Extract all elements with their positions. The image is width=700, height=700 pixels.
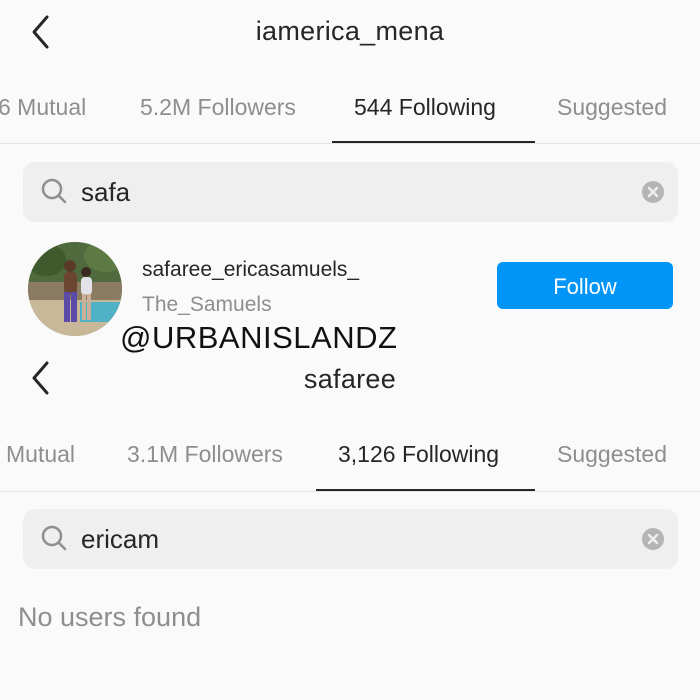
divider — [0, 491, 700, 492]
page-title: iamerica_mena — [255, 16, 445, 46]
search-field[interactable]: ericam — [23, 509, 678, 569]
tab-following[interactable]: 3,126 Following — [338, 423, 499, 485]
tab-bar: 6 Mutual 5.2M Followers 544 Following Su… — [0, 76, 700, 138]
search-input[interactable]: safa — [81, 162, 130, 222]
tab-mutual[interactable]: Mutual — [6, 423, 75, 485]
screen-safaree-following: safaree Mutual 3.1M Followers 3,126 Foll… — [0, 352, 700, 700]
tab-suggested[interactable]: Suggested — [557, 423, 667, 485]
tab-followers[interactable]: 3.1M Followers — [127, 423, 283, 485]
search-icon — [41, 178, 67, 204]
tab-following[interactable]: 544 Following — [354, 76, 496, 138]
screen-iamerica-following: iamerica_mena 6 Mutual 5.2M Followers 54… — [0, 0, 700, 352]
avatar[interactable] — [28, 242, 122, 336]
search-field[interactable]: safa — [23, 162, 678, 222]
tab-bar: Mutual 3.1M Followers 3,126 Following Su… — [0, 423, 700, 485]
follow-button[interactable]: Follow — [497, 262, 673, 309]
tab-followers[interactable]: 5.2M Followers — [140, 76, 296, 138]
result-full-name: The_Samuels — [142, 293, 272, 316]
no-results-message: No users found — [18, 602, 202, 632]
page-title: safaree — [303, 364, 397, 394]
search-input[interactable]: ericam — [81, 509, 159, 569]
divider — [0, 143, 700, 144]
clear-icon[interactable] — [641, 180, 665, 204]
profile-photo — [28, 242, 122, 336]
result-username[interactable]: safaree_ericasamuels_ — [142, 258, 359, 282]
watermark: @URBANISLANDZ — [120, 320, 398, 355]
tab-suggested[interactable]: Suggested — [557, 76, 667, 138]
search-icon — [41, 525, 67, 551]
clear-icon[interactable] — [641, 527, 665, 551]
tab-mutual[interactable]: 6 Mutual — [0, 76, 86, 138]
